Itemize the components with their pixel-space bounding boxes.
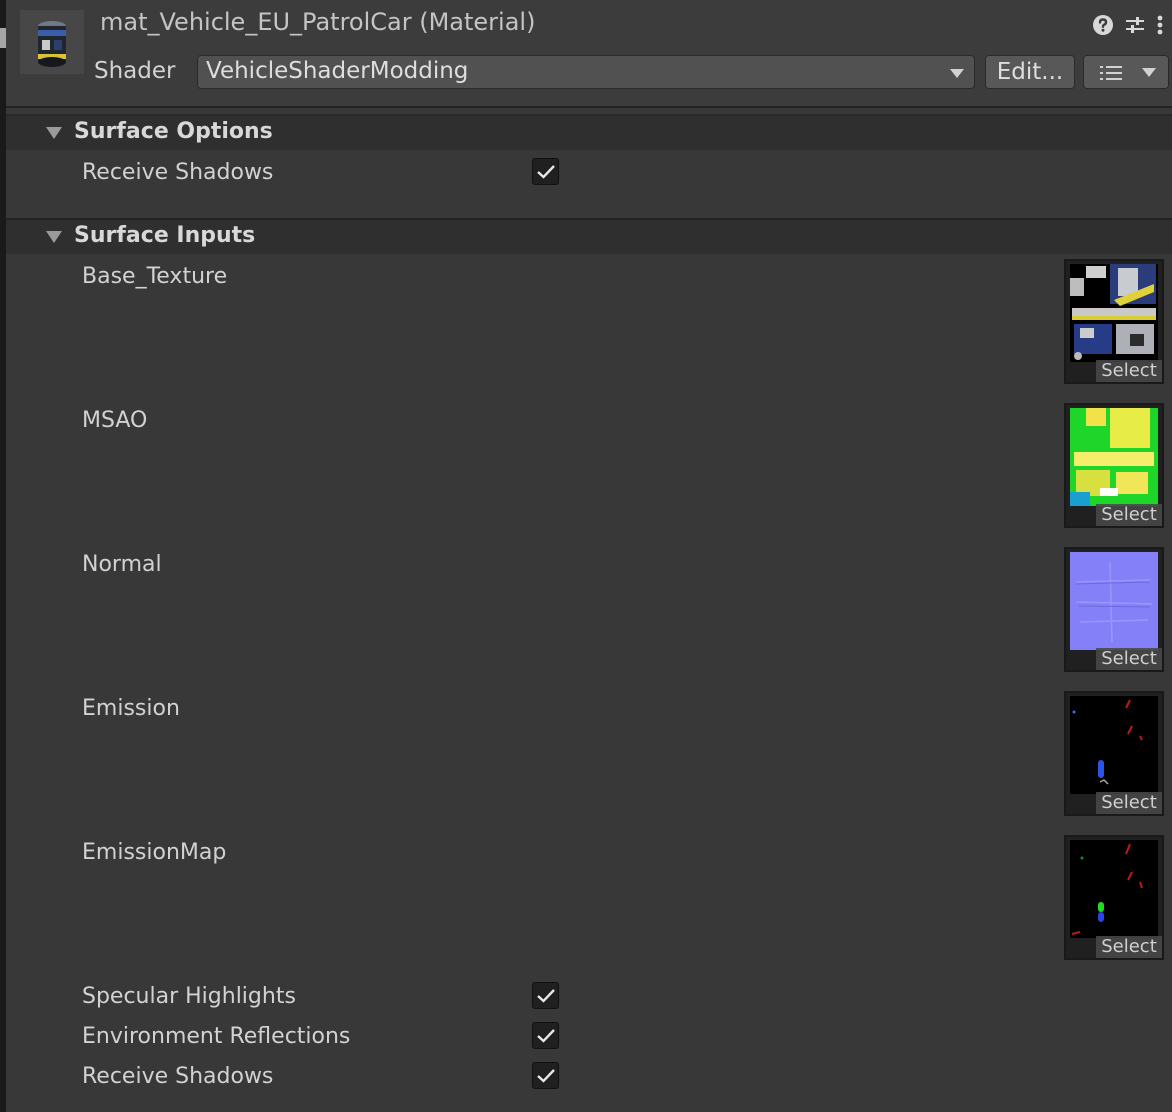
checkmark-icon — [537, 165, 555, 179]
receive-shadows-label-inputs: Receive Shadows — [82, 1064, 274, 1089]
more-menu-icon[interactable] — [1156, 14, 1164, 36]
texture-slot-msao[interactable]: Select — [1064, 403, 1164, 528]
emissionmap-texture-thumbnail — [1070, 840, 1158, 938]
checkmark-icon — [537, 989, 555, 1003]
receive-shadows-checkbox-inputs[interactable] — [532, 1062, 559, 1089]
environment-reflections-label: Environment Reflections — [82, 1024, 351, 1049]
texture-slot-base[interactable]: Select — [1064, 259, 1164, 384]
receive-shadows-checkbox[interactable] — [532, 158, 559, 185]
texture-label-emissionmap: EmissionMap — [82, 840, 227, 865]
msao-texture-thumbnail — [1070, 408, 1158, 506]
receive-shadows-label: Receive Shadows — [82, 160, 274, 185]
shader-options-button[interactable] — [1083, 55, 1169, 89]
divider — [6, 106, 1172, 108]
checkmark-icon — [537, 1069, 555, 1083]
specular-highlights-checkbox[interactable] — [532, 982, 559, 1009]
shader-dropdown[interactable]: VehicleShaderModding — [197, 55, 975, 89]
section-title: Surface Options — [74, 119, 273, 144]
emission-texture-thumbnail — [1070, 696, 1158, 794]
select-texture-button[interactable]: Select — [1096, 504, 1162, 526]
window-left-edge — [0, 0, 6, 1112]
texture-label-emission: Emission — [82, 696, 180, 721]
foldout-arrow-icon — [46, 127, 62, 139]
section-title: Surface Inputs — [74, 223, 256, 248]
chevron-down-icon — [950, 69, 964, 78]
shader-value: VehicleShaderModding — [206, 58, 469, 84]
checkmark-icon — [537, 1029, 555, 1043]
texture-slot-emission[interactable]: Select — [1064, 691, 1164, 816]
texture-label-normal: Normal — [82, 552, 162, 577]
texture-slot-emissionmap[interactable]: Select — [1064, 835, 1164, 960]
help-icon[interactable] — [1092, 14, 1114, 36]
header-icons — [1092, 12, 1164, 38]
material-title: mat_Vehicle_EU_PatrolCar (Material) — [100, 8, 536, 36]
section-surface-options[interactable]: Surface Options — [6, 116, 1172, 150]
environment-reflections-checkbox[interactable] — [532, 1022, 559, 1049]
select-texture-button[interactable]: Select — [1096, 792, 1162, 814]
specular-highlights-label: Specular Highlights — [82, 984, 296, 1009]
select-texture-button[interactable]: Select — [1096, 648, 1162, 670]
edit-shader-button[interactable]: Edit... — [985, 55, 1075, 89]
chevron-down-icon — [1142, 68, 1156, 77]
texture-label-base: Base_Texture — [82, 264, 228, 289]
list-icon — [1100, 66, 1122, 80]
material-preview-icon — [20, 10, 84, 74]
section-surface-inputs[interactable]: Surface Inputs — [6, 220, 1172, 254]
select-texture-button[interactable]: Select — [1096, 360, 1162, 382]
shader-label: Shader — [94, 58, 176, 84]
texture-label-msao: MSAO — [82, 408, 148, 433]
foldout-arrow-icon — [46, 231, 62, 243]
texture-slot-normal[interactable]: Select — [1064, 547, 1164, 672]
base-texture-thumbnail — [1070, 264, 1158, 362]
select-texture-button[interactable]: Select — [1096, 936, 1162, 958]
preset-icon[interactable] — [1124, 14, 1146, 36]
normal-texture-thumbnail — [1070, 552, 1158, 650]
